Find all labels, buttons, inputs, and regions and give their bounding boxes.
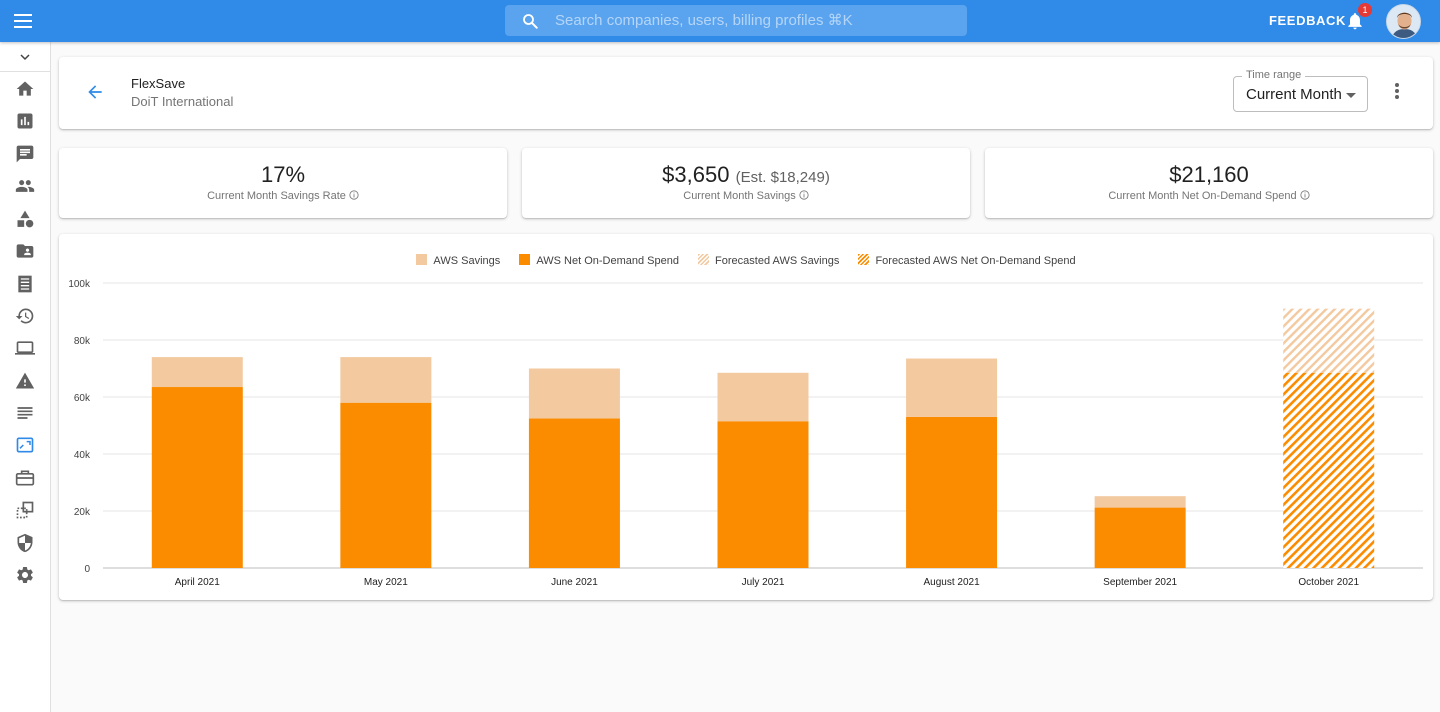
gear-icon[interactable]	[15, 565, 35, 585]
bar-segment[interactable]	[717, 372, 809, 422]
y-tick-label: 60k	[74, 393, 91, 404]
history-icon[interactable]	[15, 306, 35, 326]
bar-segment[interactable]	[906, 358, 998, 417]
bar-segment[interactable]	[528, 418, 620, 568]
kpi-estimate: (Est. $18,249)	[735, 169, 830, 186]
shield-icon[interactable]	[15, 533, 35, 553]
bar-segment[interactable]	[1094, 507, 1186, 568]
y-tick-label: 80k	[74, 336, 91, 347]
x-tick-label: October 2021	[1298, 577, 1359, 588]
info-icon[interactable]	[1300, 190, 1310, 200]
hamburger-menu-icon[interactable]	[14, 11, 36, 31]
time-range-value: Current Month	[1246, 86, 1342, 103]
flexsave-icon[interactable]	[15, 435, 35, 455]
home-icon[interactable]	[15, 79, 35, 99]
kpi-card-savings: $3,650 (Est. $18,249) Current Month Savi…	[522, 148, 970, 218]
page-subtitle: DoiT International	[131, 94, 234, 109]
laptop-icon[interactable]	[15, 338, 35, 358]
y-tick-label: 100k	[68, 279, 91, 290]
x-tick-label: July 2021	[742, 577, 785, 588]
bar-segment[interactable]	[1283, 372, 1375, 568]
bar-segment[interactable]	[340, 357, 432, 403]
bar-segment[interactable]	[906, 416, 998, 568]
chevron-down-icon	[20, 54, 30, 61]
briefcase-icon[interactable]	[15, 468, 35, 488]
top-app-bar: FEEDBACK 1	[0, 0, 1440, 42]
page-header-card: FlexSave DoiT International Time range C…	[59, 57, 1433, 129]
bar-chart-icon[interactable]	[15, 111, 35, 131]
bar-segment[interactable]	[1283, 308, 1375, 373]
y-tick-label: 40k	[74, 450, 91, 461]
kpi-value: $3,650	[662, 162, 730, 187]
y-tick-label: 0	[84, 564, 90, 575]
bar-segment[interactable]	[528, 368, 620, 419]
search-input[interactable]	[555, 5, 955, 36]
people-icon[interactable]	[15, 176, 35, 196]
info-icon[interactable]	[349, 190, 359, 200]
kpi-value: $21,160	[1169, 162, 1249, 187]
bar-segment[interactable]	[340, 402, 432, 568]
warning-icon[interactable]	[15, 371, 35, 391]
kpi-card-savings-rate: 17% Current Month Savings Rate	[59, 148, 507, 218]
kpi-card-net-spend: $21,160 Current Month Net On-Demand Spen…	[985, 148, 1433, 218]
dropdown-caret-icon	[1346, 93, 1356, 98]
x-tick-label: April 2021	[175, 577, 220, 588]
kpi-label: Current Month Net On-Demand Spend	[1108, 190, 1297, 202]
sidebar-collapse-button[interactable]	[0, 42, 50, 72]
bar-segment[interactable]	[717, 421, 809, 568]
chat-icon[interactable]	[15, 144, 35, 164]
savings-chart-card: AWS Savings AWS Net On-Demand Spend Fore…	[59, 234, 1433, 600]
user-avatar[interactable]	[1386, 4, 1421, 39]
y-tick-label: 20k	[74, 507, 91, 518]
x-tick-label: September 2021	[1103, 577, 1177, 588]
receipt-icon[interactable]	[15, 274, 35, 294]
time-range-label: Time range	[1242, 69, 1306, 81]
bar-segment[interactable]	[151, 357, 243, 388]
search-icon	[523, 14, 538, 29]
x-tick-label: June 2021	[551, 577, 598, 588]
back-arrow-icon[interactable]	[85, 82, 105, 102]
stacked-bar-chart: 0 20k 40k 60k 80k 100k April 2021 May 2021 June …	[68, 279, 1423, 588]
folder-account-icon[interactable]	[15, 241, 35, 261]
info-icon[interactable]	[799, 190, 809, 200]
avatar-portrait-icon	[1387, 5, 1420, 38]
time-range-select[interactable]: Time range Current Month	[1233, 69, 1368, 112]
more-vert-icon[interactable]	[1389, 83, 1405, 103]
kpi-label: Current Month Savings Rate	[207, 190, 346, 202]
x-tick-label: May 2021	[364, 577, 408, 588]
kpi-label: Current Month Savings	[683, 190, 796, 202]
bar-segment[interactable]	[151, 387, 243, 568]
list-icon[interactable]	[15, 403, 35, 423]
feedback-button[interactable]: FEEDBACK	[1269, 13, 1346, 28]
swap-icon[interactable]	[15, 500, 35, 520]
bar-segment[interactable]	[1094, 496, 1186, 508]
shapes-icon[interactable]	[15, 209, 35, 229]
kpi-value: 17%	[260, 162, 306, 187]
sidebar	[0, 42, 51, 712]
search-bar[interactable]	[505, 5, 967, 36]
page-title: FlexSave	[131, 76, 186, 91]
notification-badge: 1	[1358, 3, 1372, 17]
x-tick-label: August 2021	[923, 577, 980, 588]
